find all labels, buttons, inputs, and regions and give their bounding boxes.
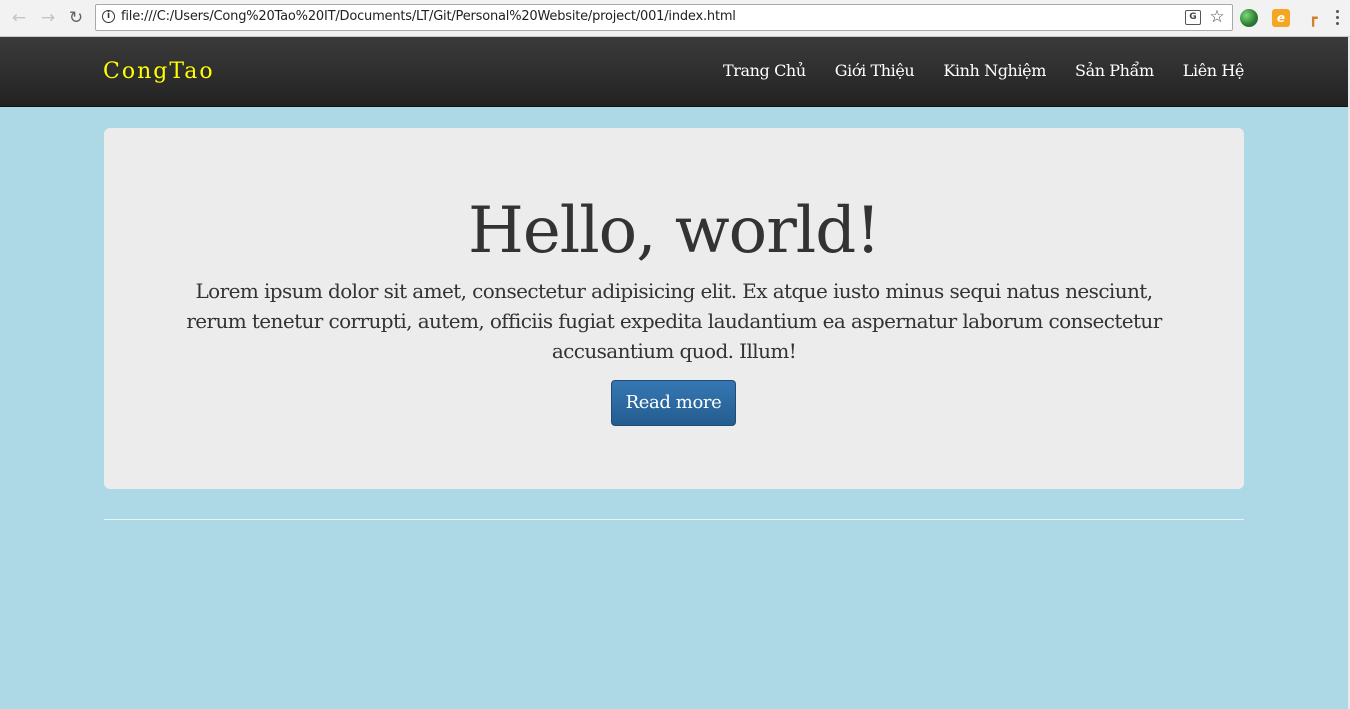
translate-icon-glyph: G <box>1185 9 1201 25</box>
nav-link-experience[interactable]: Kinh Nghiệm <box>943 61 1046 80</box>
nav-link-products[interactable]: Sản Phẩm <box>1075 61 1154 80</box>
nav-menu: Trang Chủ Giới Thiệu Kinh Nghiệm Sản Phẩ… <box>723 61 1244 80</box>
more-menu-icon[interactable] <box>1336 10 1340 26</box>
brand-logo[interactable]: CongTao <box>103 59 215 84</box>
forward-arrow-icon[interactable]: → <box>38 8 58 28</box>
info-icon[interactable]: i <box>102 10 115 23</box>
address-bar[interactable]: i file:///C:/Users/Cong%20Tao%20IT/Docum… <box>95 4 1233 31</box>
globe-extension-icon[interactable] <box>1240 9 1258 27</box>
back-arrow-icon[interactable]: ← <box>9 8 29 28</box>
browser-toolbar: ← → ↻ i file:///C:/Users/Cong%20Tao%20IT… <box>0 0 1350 37</box>
hero-title: Hello, world! <box>468 194 881 268</box>
e-extension-icon[interactable]: e <box>1272 9 1290 27</box>
bookmark-star-icon[interactable]: ☆ <box>1208 7 1226 27</box>
tool-extension-icon[interactable]: ┏ <box>1304 9 1322 27</box>
nav-link-home[interactable]: Trang Chủ <box>723 61 806 80</box>
nav-link-about[interactable]: Giới Thiệu <box>835 61 915 80</box>
nav-link-contact[interactable]: Liên Hệ <box>1183 61 1245 80</box>
reload-icon[interactable]: ↻ <box>66 8 86 28</box>
site-navbar: CongTao Trang Chủ Giới Thiệu Kinh Nghiệm… <box>0 37 1350 107</box>
url-text[interactable]: file:///C:/Users/Cong%20Tao%20IT/Documen… <box>121 9 736 24</box>
translate-icon[interactable]: G <box>1184 8 1202 26</box>
hero-jumbotron: Hello, world! Lorem ipsum dolor sit amet… <box>104 128 1244 489</box>
hero-description: Lorem ipsum dolor sit amet, consectetur … <box>186 279 1162 363</box>
read-more-button[interactable]: Read more <box>611 380 736 426</box>
horizontal-divider <box>104 519 1244 520</box>
